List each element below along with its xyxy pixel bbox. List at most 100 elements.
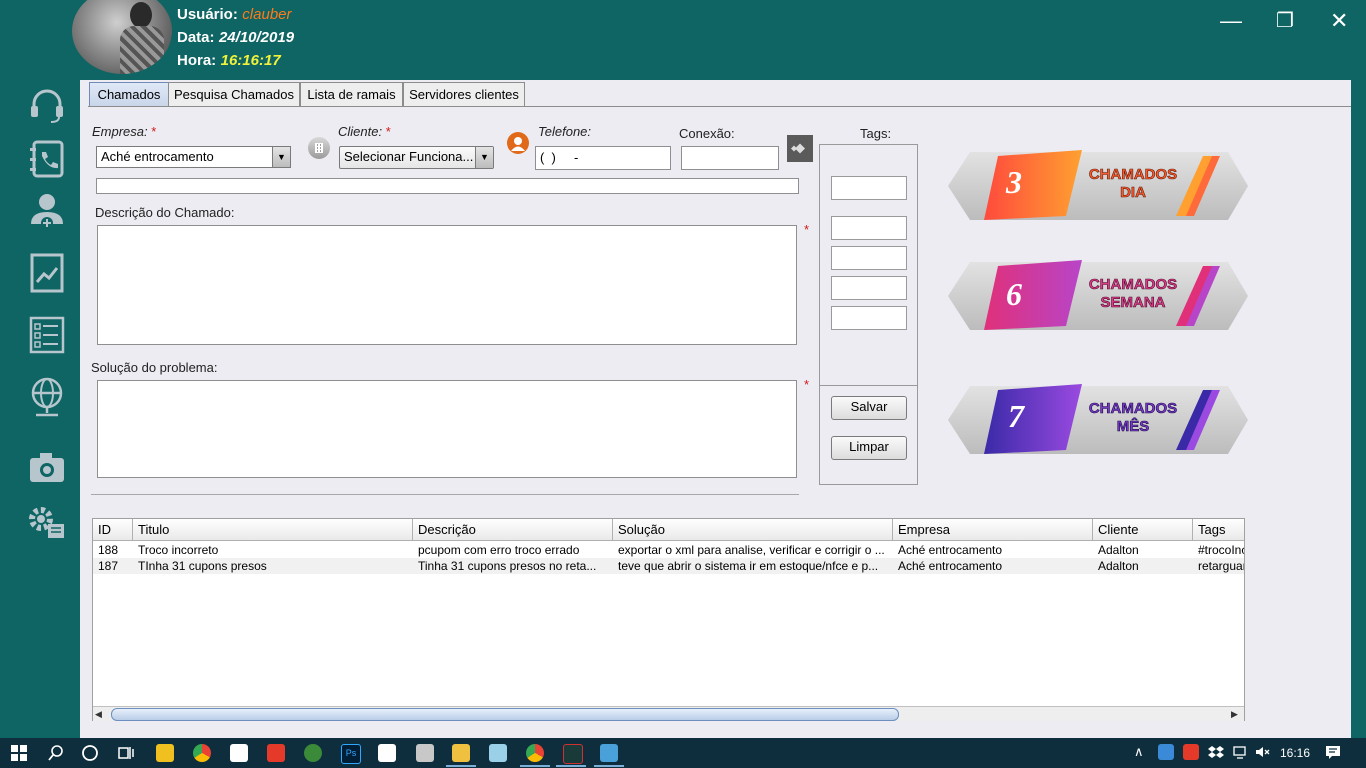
anydesk-icon[interactable]	[267, 744, 285, 762]
app-active-icon[interactable]	[600, 744, 618, 762]
cell-solucao: exportar o xml para analise, verificar e…	[618, 543, 885, 557]
add-user-icon[interactable]	[26, 190, 68, 232]
horizontal-scrollbar[interactable]: ◀ ▶	[93, 706, 1244, 721]
chrome-icon[interactable]	[193, 744, 211, 762]
chamados-dia-badge: 3 CHAMADOS DIA	[948, 150, 1250, 222]
chamados-dia-label: CHAMADOS DIA	[1088, 166, 1178, 202]
app-hand-icon[interactable]	[156, 744, 174, 762]
empresa-label: Empresa: *	[92, 124, 157, 139]
cliente-select-value: Selecionar Funciona...	[344, 149, 474, 164]
empresa-select[interactable]: Aché entrocamento ▼	[96, 146, 291, 168]
telefone-field[interactable]: ( ) -	[535, 146, 671, 170]
minimize-button[interactable]: —	[1220, 8, 1242, 34]
cortana-icon[interactable]	[81, 744, 99, 762]
chamados-semana-label: CHAMADOS SEMANA	[1088, 276, 1178, 312]
column-header-titulo[interactable]: Titulo	[133, 519, 413, 541]
column-header-descricao[interactable]: Descrição	[413, 519, 613, 541]
scroll-left-icon[interactable]: ◀	[95, 709, 102, 720]
headset-icon[interactable]	[26, 84, 68, 126]
tag-field-2[interactable]	[831, 216, 907, 240]
tag-field-1[interactable]	[831, 176, 907, 200]
search-icon[interactable]	[47, 744, 65, 762]
chevron-up-icon[interactable]: ∧	[1134, 744, 1144, 760]
salvar-button[interactable]: Salvar	[831, 396, 907, 420]
building-icon[interactable]	[308, 137, 330, 159]
taskbar-clock[interactable]: 16:16	[1280, 746, 1310, 760]
tab-servidores-clientes[interactable]: Servidores clientes	[403, 82, 525, 106]
tag-field-5[interactable]	[831, 306, 907, 330]
network-app-icon[interactable]	[1158, 744, 1174, 760]
tab-chamados[interactable]: Chamados	[89, 82, 169, 106]
task-view-icon[interactable]	[117, 744, 135, 762]
network-globe-icon[interactable]	[26, 376, 68, 418]
table-row[interactable]: 188 Troco incorreto pcupom com erro troc…	[93, 542, 1244, 558]
column-header-tags[interactable]: Tags	[1193, 519, 1244, 541]
descricao-required-mark: *	[804, 222, 810, 237]
tag-field-3[interactable]	[831, 246, 907, 270]
anydesk-tray-icon[interactable]	[1183, 744, 1199, 760]
time-label: Hora:	[177, 52, 217, 69]
chevron-down-icon: ▼	[475, 147, 493, 168]
java-app-icon[interactable]	[563, 744, 583, 764]
close-button[interactable]: ✕	[1330, 8, 1348, 34]
form-divider	[91, 494, 799, 495]
column-header-solucao[interactable]: Solução	[613, 519, 893, 541]
phone-book-icon[interactable]	[26, 138, 68, 180]
settings-list-icon[interactable]	[26, 502, 68, 544]
cliente-select[interactable]: Selecionar Funciona... ▼	[339, 146, 494, 169]
chrome-icon-2[interactable]	[526, 744, 544, 762]
active-indicator	[594, 765, 624, 767]
time-value: 16:16:17	[220, 52, 281, 69]
person-icon[interactable]	[507, 132, 529, 154]
app-green-icon[interactable]	[304, 744, 322, 762]
photoshop-icon[interactable]: Ps	[341, 744, 361, 764]
chamados-mes-count: 7	[1008, 398, 1024, 434]
chamados-semana-count: 6	[1006, 276, 1022, 312]
volume-mute-icon[interactable]	[1254, 744, 1270, 760]
user-value: clauber	[242, 6, 292, 23]
descricao-textarea[interactable]	[97, 225, 797, 345]
scroll-right-icon[interactable]: ▶	[1231, 709, 1238, 720]
camera-icon[interactable]	[26, 446, 68, 488]
cell-empresa: Aché entrocamento	[898, 543, 1003, 557]
column-header-cliente[interactable]: Cliente	[1093, 519, 1193, 541]
cell-descricao: Tinha 31 cupons presos no reta...	[418, 559, 597, 573]
cell-titulo: Troco incorreto	[138, 543, 219, 557]
conexao-label: Conexão:	[679, 126, 735, 141]
limpar-button[interactable]: Limpar	[831, 436, 907, 460]
checklist-icon[interactable]	[26, 314, 68, 356]
mail-icon[interactable]	[378, 744, 396, 762]
file-explorer-icon[interactable]	[452, 744, 470, 762]
date-value: 24/10/2019	[218, 29, 295, 46]
cell-titulo: TInha 31 cupons presos	[138, 559, 267, 573]
titulo-field[interactable]	[96, 178, 799, 194]
tab-lista-de-ramais[interactable]: Lista de ramais	[300, 82, 403, 106]
cell-empresa: Aché entrocamento	[898, 559, 1003, 573]
cell-id: 188	[98, 543, 119, 557]
user-info: Usuário: clauber Data: 24/10/2019 Hora: …	[177, 6, 294, 75]
dropbox-icon[interactable]	[1208, 744, 1224, 760]
cliente-label: Cliente: *	[338, 124, 391, 139]
column-header-id[interactable]: ID	[93, 519, 133, 541]
maximize-button[interactable]: ❐	[1276, 8, 1294, 33]
user-avatar	[72, 0, 172, 74]
report-chart-icon[interactable]	[26, 252, 68, 294]
solucao-textarea[interactable]	[97, 380, 797, 478]
windows-taskbar: Ps ∧ 16:16	[0, 738, 1366, 768]
active-indicator	[520, 765, 550, 767]
table-row[interactable]: 187 TInha 31 cupons presos Tinha 31 cupo…	[93, 558, 1244, 574]
column-header-empresa[interactable]: Empresa	[893, 519, 1093, 541]
connect-button[interactable]	[787, 135, 813, 162]
solucao-label: Solução do problema:	[91, 360, 218, 375]
tag-field-4[interactable]	[831, 276, 907, 300]
windows-start-icon[interactable]	[10, 744, 28, 762]
conexao-field[interactable]	[681, 146, 779, 170]
notification-icon[interactable]	[1325, 744, 1341, 760]
store-icon[interactable]	[230, 744, 248, 762]
scrollbar-thumb[interactable]	[111, 708, 899, 721]
notepad-icon[interactable]	[489, 744, 507, 762]
tab-pesquisa-chamados[interactable]: Pesquisa Chamados	[168, 82, 300, 106]
network-icon[interactable]	[1232, 744, 1248, 760]
tab-bar: Chamados Pesquisa Chamados Lista de rama…	[88, 82, 528, 106]
calculator-icon[interactable]	[416, 744, 434, 762]
